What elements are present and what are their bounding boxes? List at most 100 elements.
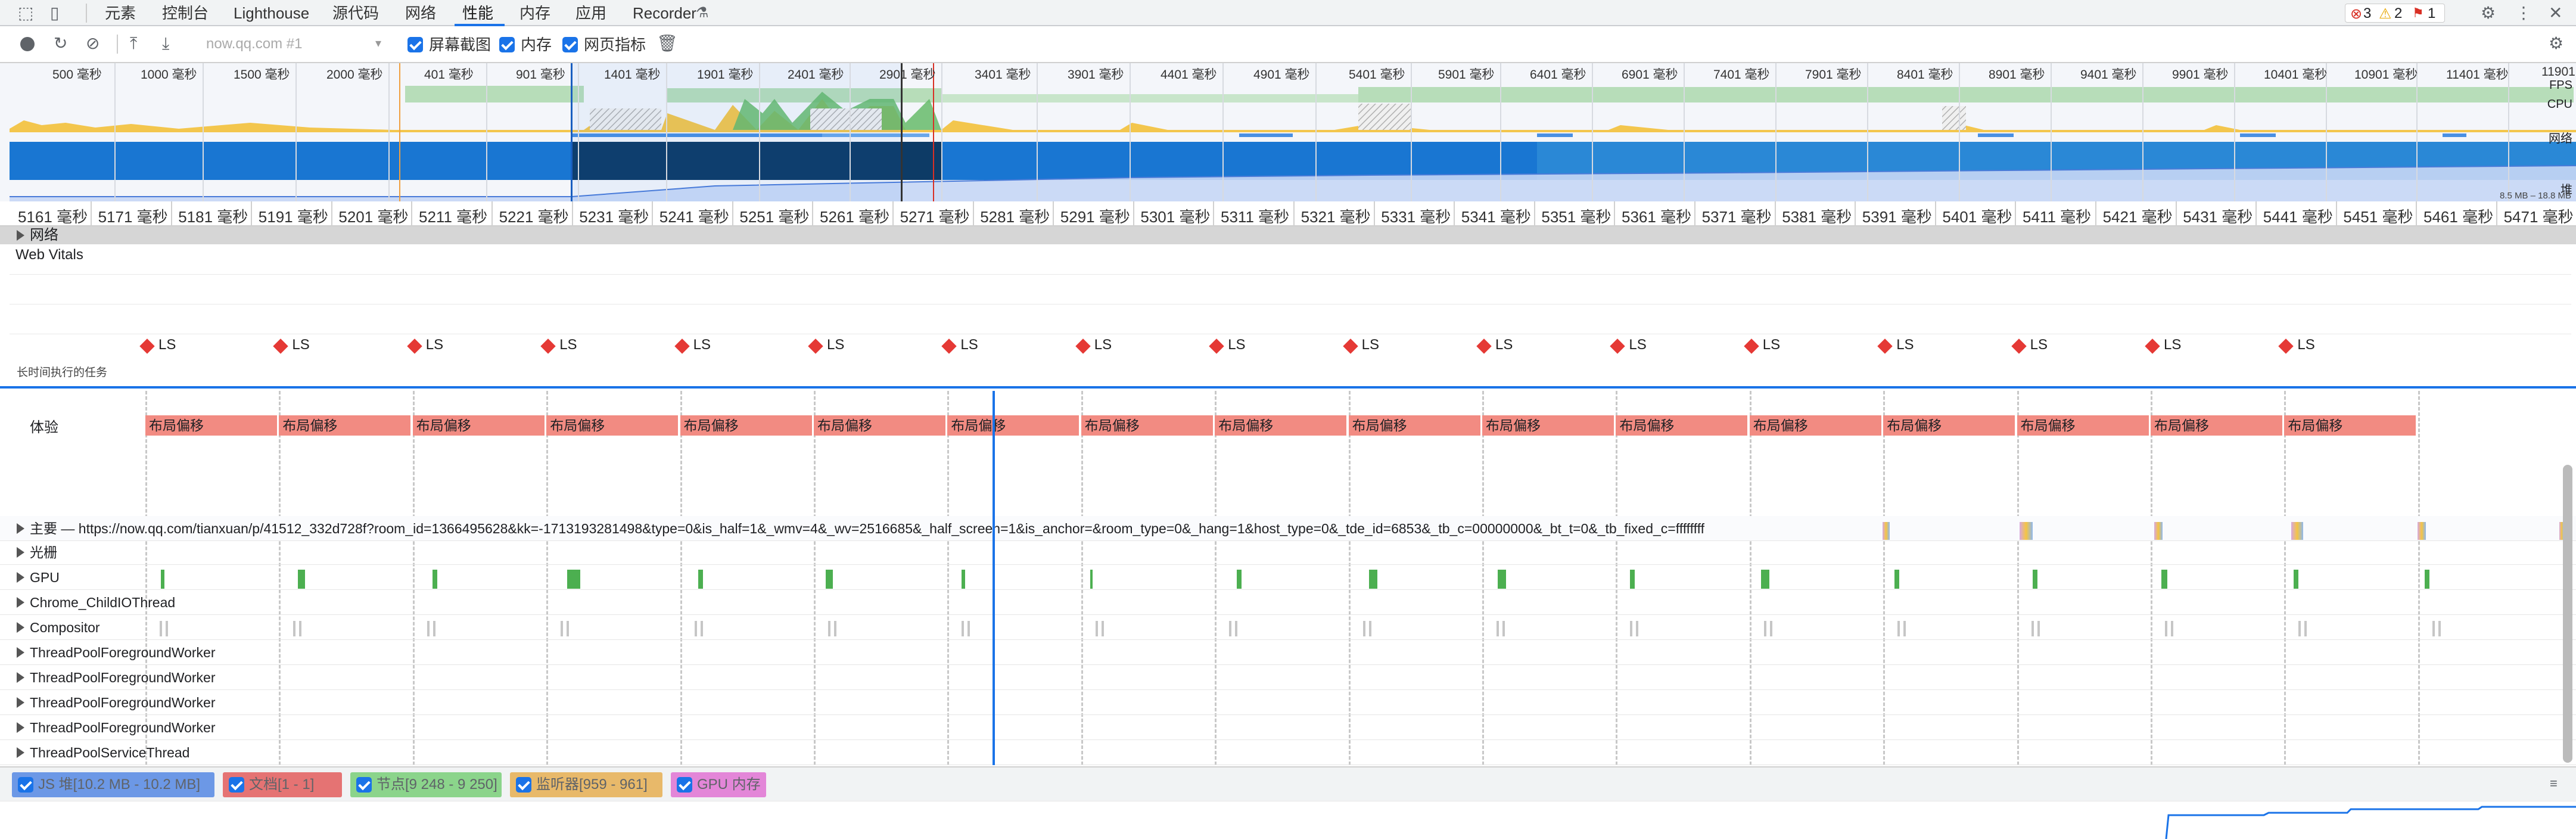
counter-checkbox[interactable] [18,777,33,793]
compositor-task-tick[interactable] [2438,621,2441,636]
counter-checkbox[interactable] [516,777,531,793]
expand-arrow-icon[interactable] [17,547,24,558]
thread-track[interactable]: 光栅 [0,540,2576,565]
compositor-task-tick[interactable] [700,621,703,636]
counter-checkbox[interactable] [356,777,372,793]
gpu-task-block[interactable] [161,570,164,589]
gpu-task-block[interactable] [1761,570,1769,589]
timeline-overview[interactable]: 500 毫秒 1000 毫秒 1500 毫秒 2000 毫秒 401 毫秒 901 毫秒 1… [0,63,2576,201]
gpu-task-block[interactable] [2161,570,2167,589]
tab-memory[interactable]: 内存 [519,0,550,26]
trash-icon[interactable]: 🗑 [657,35,678,52]
thread-track[interactable]: ThreadPoolForegroundWorker [0,690,2576,715]
tab-network[interactable]: 网络 [405,0,436,26]
tab-elements[interactable]: 元素 [105,0,136,26]
expand-arrow-icon[interactable] [17,722,24,733]
gpu-task-block[interactable] [1630,570,1635,589]
compositor-task-tick[interactable] [567,621,570,636]
save-profile-icon[interactable]: ⤓ [162,35,169,52]
gpu-task-block[interactable] [1237,570,1242,589]
compositor-task-tick[interactable] [2432,621,2435,636]
compositor-task-tick[interactable] [2165,621,2167,636]
compositor-task-tick[interactable] [293,621,296,636]
compositor-task-tick[interactable] [828,621,830,636]
issues-counter[interactable]: ⊗ 3 ⚠ 2 ⚑ 1 [2345,4,2445,23]
gpu-task-block[interactable] [2425,570,2429,589]
tab-application[interactable]: 应用 [575,0,606,26]
tab-console[interactable]: 控制台 [162,0,209,26]
counter-toggle[interactable]: 节点[9 248 - 9 250] [350,772,502,797]
expand-arrow-icon[interactable] [17,622,24,633]
gpu-task-block[interactable] [2033,570,2037,589]
expand-arrow-icon[interactable] [17,230,24,241]
gpu-task-block[interactable] [298,570,305,589]
tab-sources[interactable]: 源代码 [332,0,379,26]
compositor-task-tick[interactable] [1763,621,1766,636]
counter-toggle[interactable]: 监听器[959 - 961] [510,772,662,797]
screenshots-checkbox[interactable] [407,37,423,52]
reload-record-icon[interactable]: ↻ [54,35,67,52]
vertical-scrollbar[interactable] [2563,465,2572,763]
memory-checkbox[interactable] [499,37,515,52]
expand-arrow-icon[interactable] [17,647,24,658]
record-button[interactable] [20,37,35,51]
counter-toggle[interactable]: GPU 内存 [671,772,766,797]
thread-track[interactable]: ThreadPoolForegroundWorker [0,640,2576,665]
compositor-task-tick[interactable] [1362,621,1365,636]
load-profile-icon[interactable]: ⤒ [130,35,137,52]
compositor-task-tick[interactable] [2031,621,2034,636]
webvitals-checkbox[interactable] [562,37,578,52]
expand-arrow-icon[interactable] [17,572,24,583]
main-task-block[interactable] [2154,522,2163,540]
thread-track[interactable]: ThreadPoolServiceThread [0,740,2576,765]
thread-track[interactable]: Compositor [0,615,2576,640]
gpu-task-block[interactable] [962,570,965,589]
compositor-task-tick[interactable] [561,621,564,636]
gpu-task-block[interactable] [1369,570,1377,589]
inspect-element-icon[interactable]: ⬚ [18,4,33,22]
main-task-block[interactable] [2020,522,2033,540]
expand-arrow-icon[interactable] [17,597,24,608]
compositor-task-tick[interactable] [2171,621,2173,636]
compositor-task-tick[interactable] [160,621,162,636]
tab-performance[interactable]: 性能 [462,0,493,26]
gpu-task-block[interactable] [567,570,580,589]
expand-arrow-icon[interactable] [17,747,24,758]
close-devtools-icon[interactable]: ✕ [2549,4,2562,22]
main-task-block[interactable] [1883,522,1890,540]
compositor-task-tick[interactable] [1235,621,1238,636]
expand-arrow-icon[interactable] [17,697,24,708]
network-track-header[interactable]: 网络 [0,226,2576,244]
compositor-task-tick[interactable] [2298,621,2301,636]
counter-toggle[interactable]: 文档[1 - 1] [223,772,342,797]
main-task-block[interactable] [2291,522,2303,540]
gpu-task-block[interactable] [1894,570,1899,589]
thread-track[interactable]: ThreadPoolForegroundWorker [0,715,2576,740]
compositor-task-tick[interactable] [2037,621,2040,636]
compositor-task-tick[interactable] [299,621,302,636]
clear-icon[interactable]: ⊘ [86,35,99,52]
compositor-task-tick[interactable] [1636,621,1639,636]
more-menu-icon[interactable]: ⋮ [2515,4,2532,22]
tab-lighthouse[interactable]: Lighthouse [234,0,309,26]
counter-toggle[interactable]: JS 堆[10.2 MB - 10.2 MB] [12,772,214,797]
main-task-block[interactable] [2418,522,2426,540]
compositor-task-tick[interactable] [1095,621,1098,636]
compositor-task-tick[interactable] [166,621,168,636]
drag-handle-icon[interactable]: ≡ [2550,775,2558,793]
expand-arrow-icon[interactable] [17,523,24,534]
compositor-task-tick[interactable] [1502,621,1505,636]
compositor-task-tick[interactable] [2304,621,2307,636]
compositor-task-tick[interactable] [1101,621,1104,636]
expand-arrow-icon[interactable] [17,672,24,683]
compositor-task-tick[interactable] [1630,621,1633,636]
gpu-task-block[interactable] [826,570,833,589]
compositor-task-tick[interactable] [1897,621,1900,636]
gpu-task-block[interactable] [1498,570,1506,589]
compositor-task-tick[interactable] [694,621,697,636]
thread-track[interactable]: GPU [0,565,2576,590]
tab-recorder[interactable]: Recorder [633,0,696,26]
gpu-task-block[interactable] [433,570,437,589]
compositor-task-tick[interactable] [1497,621,1499,636]
compositor-task-tick[interactable] [834,621,836,636]
